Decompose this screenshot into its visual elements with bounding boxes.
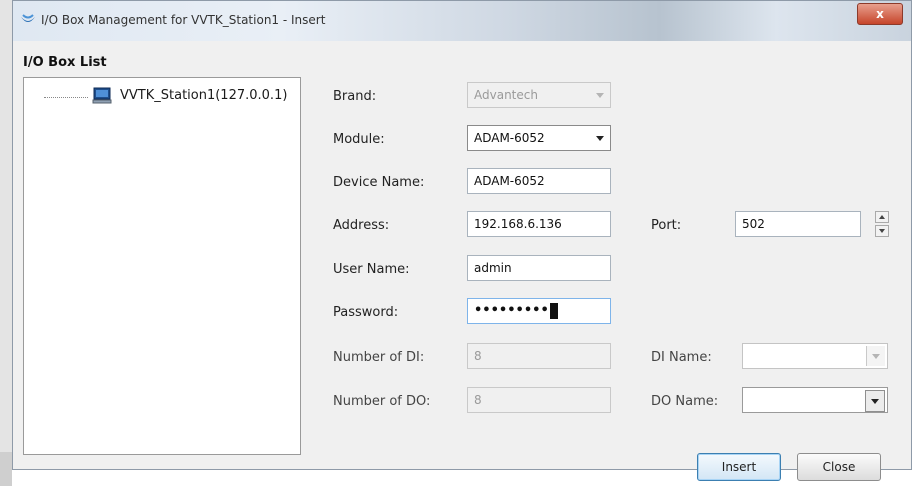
tree-item-station[interactable]: VVTK_Station1(127.0.0.1)	[120, 88, 287, 103]
module-select[interactable]: ADAM-6052	[467, 125, 611, 151]
insert-button[interactable]: Insert	[697, 453, 781, 481]
close-button[interactable]: Close	[797, 453, 881, 481]
background-strip	[0, 0, 12, 486]
number-of-di-label: Number of DI:	[333, 350, 425, 365]
io-box-list-label: I/O Box List	[23, 55, 107, 70]
chevron-down-icon	[871, 399, 879, 404]
port-spinner[interactable]	[875, 211, 889, 237]
window-close-button[interactable]: x	[857, 3, 903, 25]
password-label: Password:	[333, 305, 399, 320]
di-name-label: DI Name:	[651, 350, 712, 365]
number-of-do-input[interactable]: 8	[467, 387, 611, 413]
module-label: Module:	[333, 132, 385, 147]
password-value: •••••••••	[474, 303, 549, 318]
do-name-label: DO Name:	[651, 394, 719, 409]
password-input[interactable]: •••••••••	[467, 298, 611, 324]
do-name-select[interactable]	[742, 387, 888, 413]
address-label: Address:	[333, 218, 390, 233]
spin-up-icon[interactable]	[875, 211, 889, 223]
number-of-do-label: Number of DO:	[333, 394, 431, 409]
background-tab	[0, 452, 12, 486]
device-name-input[interactable]: ADAM-6052	[467, 168, 611, 194]
brand-select[interactable]: Advantech	[467, 82, 611, 108]
chevron-down-icon	[872, 354, 880, 359]
text-cursor	[549, 302, 558, 319]
spin-down-icon[interactable]	[875, 225, 889, 237]
di-name-select[interactable]	[742, 343, 888, 369]
chevron-down-icon	[596, 136, 604, 141]
number-of-di-input[interactable]: 8	[467, 343, 611, 369]
brand-label: Brand:	[333, 89, 377, 104]
user-name-input[interactable]: admin	[467, 255, 611, 281]
chevron-down-icon	[596, 93, 604, 98]
do-name-dropdown-button[interactable]	[865, 390, 885, 412]
window-title: I/O Box Management for VVTK_Station1 - I…	[41, 13, 326, 27]
io-box-tree[interactable]: VVTK_Station1(127.0.0.1)	[23, 77, 301, 455]
title-bar[interactable]: I/O Box Management for VVTK_Station1 - I…	[13, 1, 911, 41]
tree-connector	[44, 97, 88, 98]
device-name-label: Device Name:	[333, 175, 425, 190]
user-name-label: User Name:	[333, 262, 410, 277]
port-input[interactable]: 502	[735, 211, 861, 237]
computer-icon	[92, 87, 112, 104]
di-name-dropdown-button[interactable]	[866, 346, 885, 366]
brand-value: Advantech	[474, 88, 538, 102]
port-label: Port:	[651, 218, 682, 233]
app-icon	[21, 14, 35, 22]
address-input[interactable]: 192.168.6.136	[467, 211, 611, 237]
insert-dialog: I/O Box Management for VVTK_Station1 - I…	[12, 0, 912, 481]
module-value: ADAM-6052	[474, 131, 545, 145]
